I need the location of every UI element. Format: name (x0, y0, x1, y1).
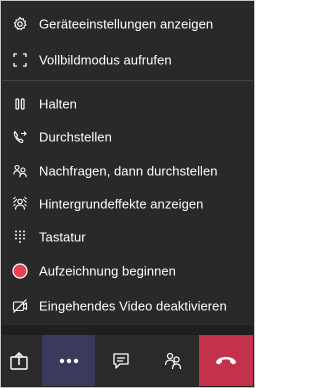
people-icon (164, 352, 182, 369)
menu-item-consult-transfer[interactable]: Nachfragen, dann durchstellen (2, 156, 253, 186)
menu-item-label: Hintergrundeffekte anzeigen (39, 196, 204, 212)
menu-item-device-settings[interactable]: Geräteeinstellungen anzeigen (2, 9, 253, 39)
video-off-icon (12, 299, 28, 313)
menu-item-fullscreen[interactable]: Vollbildmodus aufrufen (2, 45, 253, 75)
menu-item-disable-incoming-video[interactable]: Eingehendes Video deaktivieren (2, 291, 253, 321)
menu-item-label: Eingehendes Video deaktivieren (39, 298, 227, 314)
fullscreen-icon (13, 53, 27, 67)
menu-item-start-recording[interactable]: Aufzeichnung beginnen (2, 256, 253, 286)
hang-up-button[interactable] (199, 335, 253, 386)
call-controls-window: Geräteeinstellungen anzeigen Vollbildmod… (0, 0, 255, 388)
dialpad-icon (15, 230, 25, 243)
chat-button[interactable] (95, 335, 147, 386)
menu-item-label: Nachfragen, dann durchstellen (39, 163, 218, 179)
gear-icon (13, 16, 27, 31)
more-icon (59, 358, 78, 363)
menu-item-label: Vollbildmodus aufrufen (39, 52, 172, 68)
share-icon (10, 351, 28, 370)
menu-item-label: Halten (39, 96, 77, 112)
participants-button[interactable] (147, 335, 199, 386)
menu-item-transfer[interactable]: Durchstellen (2, 122, 253, 152)
menu-item-dialpad[interactable]: Tastatur (2, 222, 253, 252)
background-effects-icon (13, 196, 27, 210)
menu-item-label: Tastatur (39, 229, 86, 245)
hang-up-icon (216, 356, 236, 364)
call-transfer-icon (13, 130, 27, 144)
call-toolbar (2, 335, 253, 386)
share-button[interactable] (2, 335, 36, 386)
menu-divider (2, 80, 253, 81)
chat-icon (113, 352, 129, 369)
more-actions-button[interactable] (42, 335, 95, 386)
consult-transfer-icon (13, 164, 27, 178)
menu-item-hold[interactable]: Halten (2, 89, 253, 119)
more-actions-menu: Geräteeinstellungen anzeigen Vollbildmod… (2, 2, 253, 325)
menu-item-label: Geräteeinstellungen anzeigen (39, 16, 214, 32)
menu-item-label: Durchstellen (39, 129, 112, 145)
menu-item-label: Aufzeichnung beginnen (39, 263, 176, 279)
menu-item-background-effects[interactable]: Hintergrundeffekte anzeigen (2, 189, 253, 219)
record-icon (12, 263, 28, 279)
pause-icon (15, 98, 25, 110)
